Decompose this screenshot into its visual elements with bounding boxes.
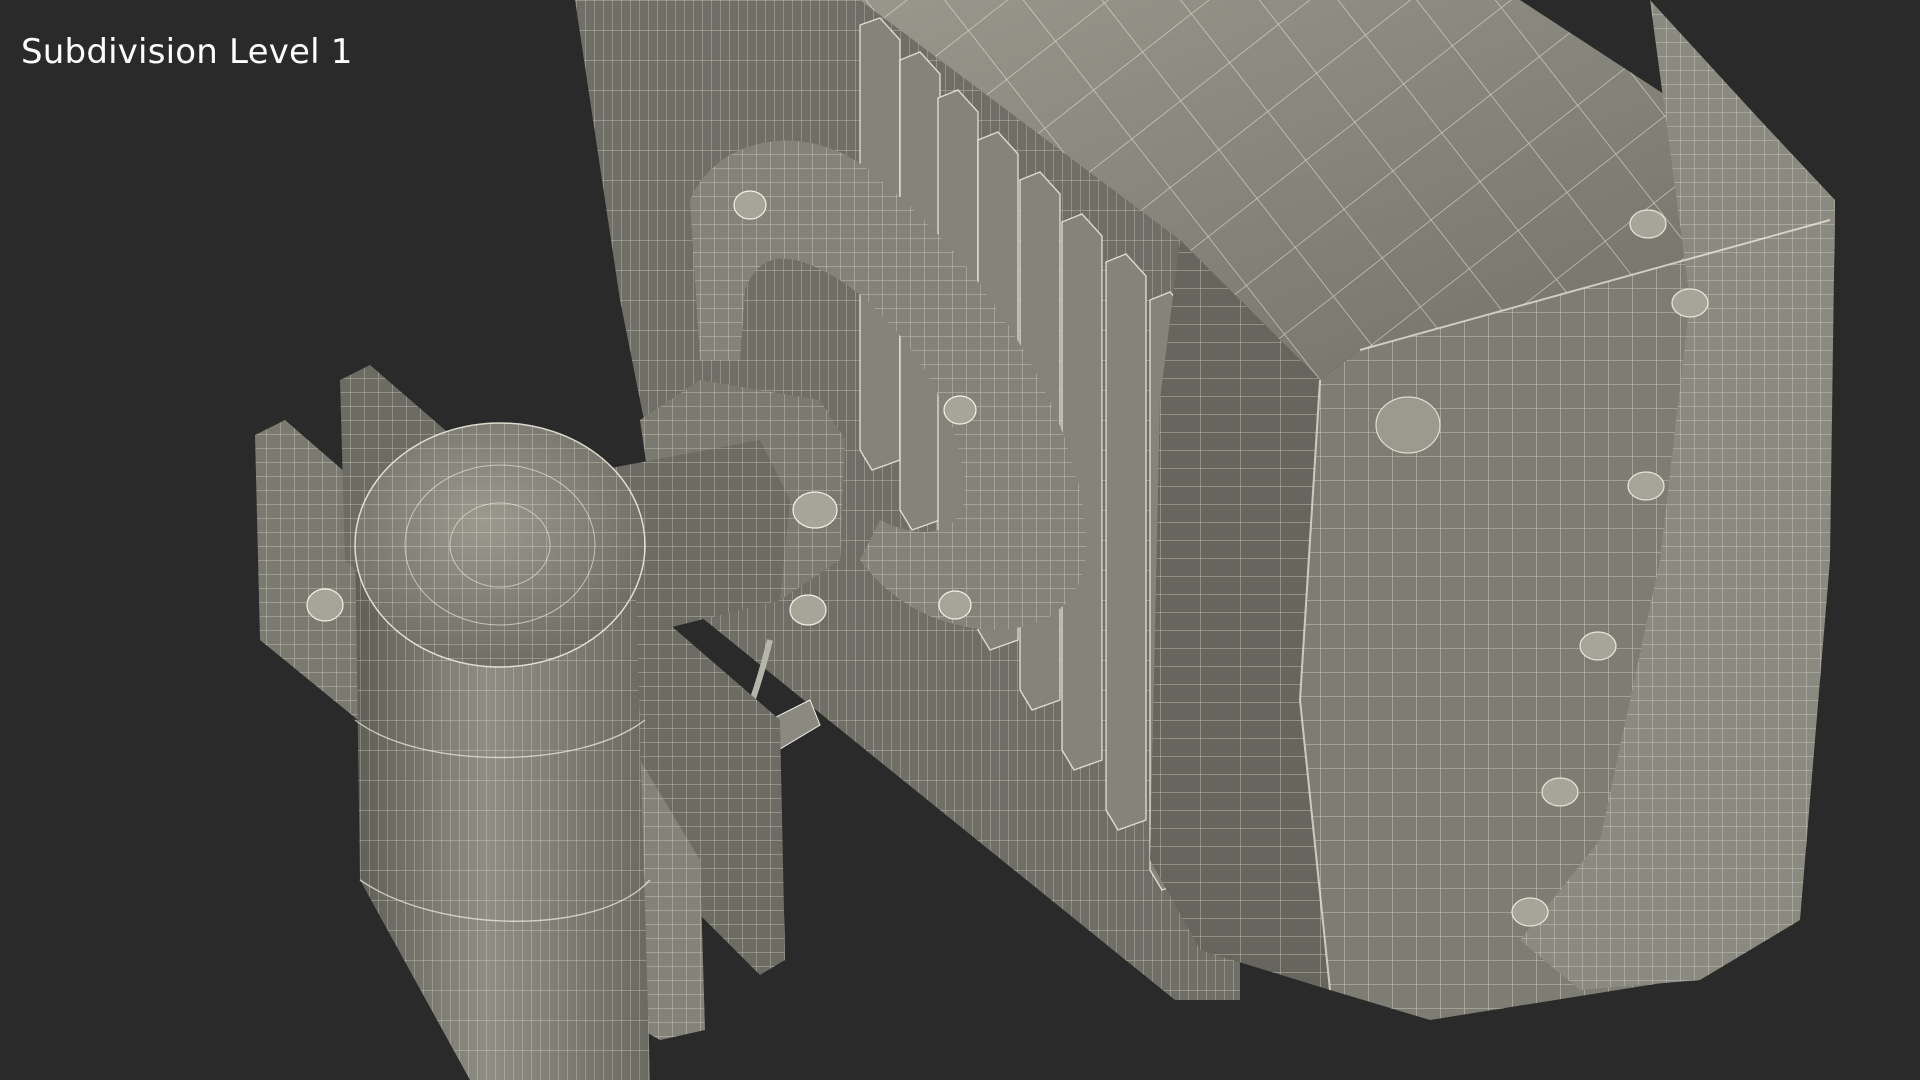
bolt-icon bbox=[792, 491, 838, 529]
3d-viewport[interactable]: Subdivision Level 1 bbox=[0, 0, 1920, 1080]
bolt-icon bbox=[306, 588, 344, 622]
screw-icon bbox=[1671, 288, 1709, 318]
screw-icon bbox=[1629, 209, 1667, 239]
mounting-pole bbox=[354, 422, 651, 1080]
screw-icon bbox=[943, 395, 977, 425]
screw-icon bbox=[1541, 777, 1579, 807]
screw-icon bbox=[1627, 471, 1665, 501]
screw-icon bbox=[1511, 897, 1549, 927]
screw-icon bbox=[938, 590, 972, 620]
wireframe-render bbox=[255, 0, 1835, 1080]
screw-icon bbox=[1579, 631, 1617, 661]
screw-icon bbox=[733, 190, 767, 220]
bolt-icon bbox=[789, 594, 827, 626]
subdivision-level-label: Subdivision Level 1 bbox=[21, 32, 353, 72]
